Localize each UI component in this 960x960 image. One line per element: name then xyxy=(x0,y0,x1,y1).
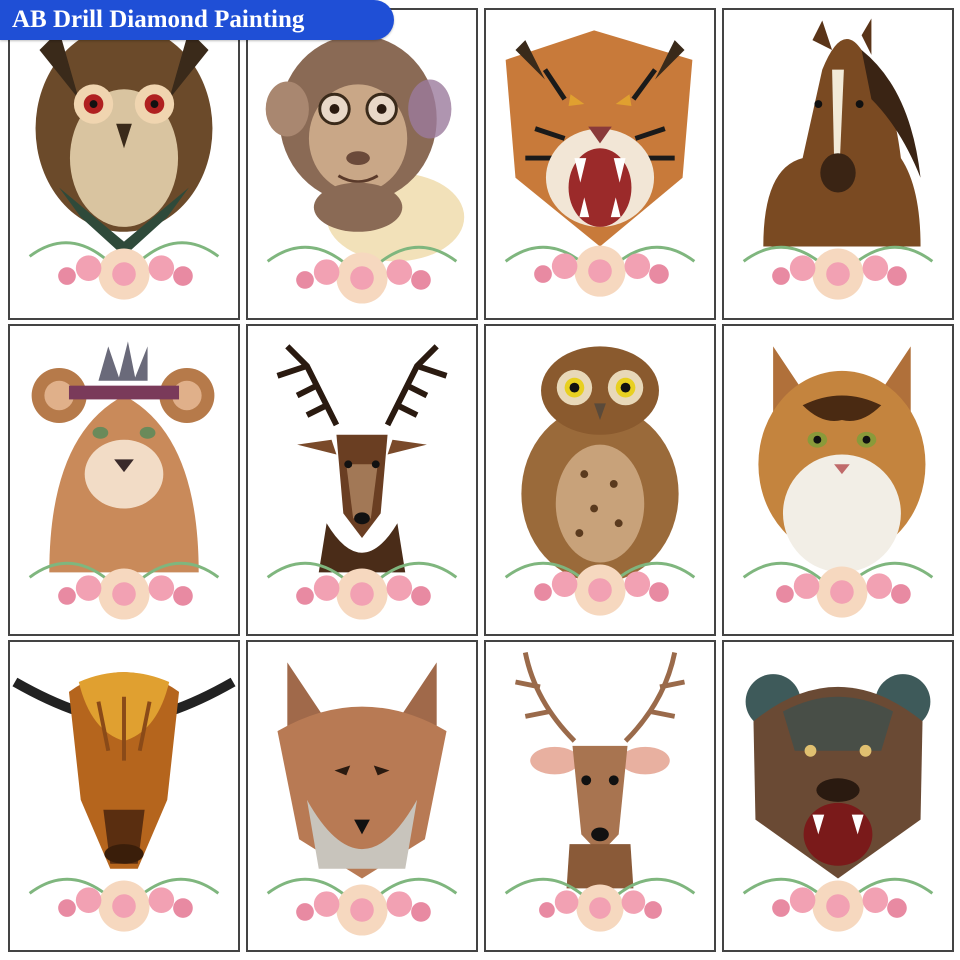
title-badge: AB Drill Diamond Painting xyxy=(0,0,394,40)
owl-icon xyxy=(504,346,696,616)
painting-card-monkey[interactable] xyxy=(246,8,478,320)
painting-card-tiger[interactable] xyxy=(484,8,716,320)
painting-card-deer[interactable] xyxy=(484,640,716,952)
painting-card-highland-cow[interactable] xyxy=(8,640,240,952)
deer-icon xyxy=(504,652,696,932)
painting-grid xyxy=(0,0,960,960)
monkey-icon xyxy=(265,35,465,304)
painting-card-owl-brown[interactable] xyxy=(484,324,716,636)
lion-cub-icon xyxy=(28,341,220,620)
cat-icon xyxy=(742,346,934,618)
bear-icon xyxy=(742,674,934,932)
painting-card-lion-cub[interactable] xyxy=(8,324,240,636)
owl-icon xyxy=(28,25,220,300)
title-badge-text: AB Drill Diamond Painting xyxy=(12,6,305,33)
horse-icon xyxy=(742,18,934,300)
tiger-icon xyxy=(504,30,696,297)
painting-card-bear[interactable] xyxy=(722,640,954,952)
painting-card-owl-geometric[interactable] xyxy=(8,8,240,320)
painting-card-fox[interactable] xyxy=(246,640,478,952)
stag-icon xyxy=(266,344,458,620)
cow-icon xyxy=(12,672,236,932)
painting-card-cat[interactable] xyxy=(722,324,954,636)
fox-icon xyxy=(266,662,458,936)
painting-card-horse[interactable] xyxy=(722,8,954,320)
painting-card-stag[interactable] xyxy=(246,324,478,636)
